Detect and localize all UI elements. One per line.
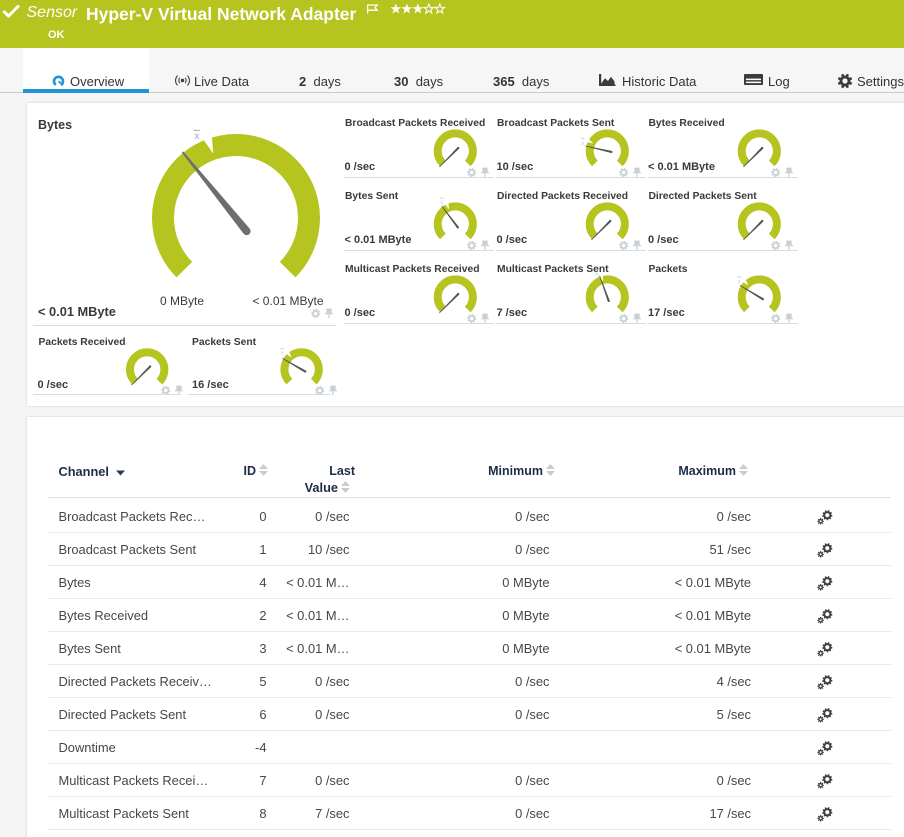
svg-text:x: x: [281, 350, 285, 357]
svg-text:x: x: [595, 271, 599, 278]
svg-text:x: x: [440, 200, 444, 207]
svg-text:x: x: [194, 131, 199, 142]
svg-text:x: x: [737, 279, 741, 286]
svg-text:x: x: [581, 140, 585, 147]
